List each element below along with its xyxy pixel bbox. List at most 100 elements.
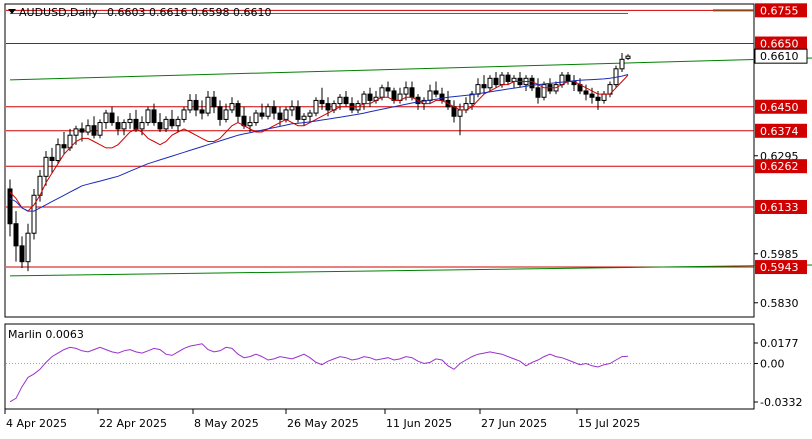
candle-bear <box>367 93 373 101</box>
candle-bull <box>247 122 253 127</box>
candle-bull <box>559 74 565 86</box>
time-tick-label: 26 May 2025 <box>287 417 359 430</box>
price-level-tag-label: 0.5943 <box>760 261 799 274</box>
candle-bear <box>295 106 301 120</box>
candle-bear <box>19 245 25 263</box>
candle-bear <box>319 99 325 105</box>
candle-bear <box>133 118 139 130</box>
price-level-tag-label: 0.6374 <box>760 125 799 138</box>
candle-bear <box>493 77 499 86</box>
price-tick-label: 0.5830 <box>760 297 799 310</box>
candle-bear <box>199 109 205 114</box>
candle-bear <box>433 90 439 95</box>
candle-bear <box>343 96 349 105</box>
candle-bull <box>337 96 343 105</box>
price-level-tag-label: 0.6650 <box>760 38 799 51</box>
ohlc-readout: 0.6603 0.6616 0.6598 0.6610 <box>107 6 271 19</box>
candle-bull <box>313 99 319 114</box>
candle-bear <box>49 156 55 161</box>
candle-bull <box>301 115 307 120</box>
candle-bear <box>439 93 445 101</box>
candle-bull <box>31 194 37 234</box>
candle-bear <box>595 96 601 101</box>
candle-bull <box>457 109 463 117</box>
candle-bull <box>103 112 109 124</box>
indicator-axis: 0.0177 0.00 -0.0332 <box>754 337 802 409</box>
time-tick-label: 27 Jun 2025 <box>481 417 547 430</box>
candle-bear <box>79 128 85 133</box>
time-tick-label: 11 Jun 2025 <box>386 417 452 430</box>
price-level-tag-label: 0.6755 <box>760 4 799 17</box>
candle-bear <box>235 103 241 117</box>
candle-bull <box>25 232 31 263</box>
candle-bull <box>73 128 79 136</box>
candle-bull <box>475 84 481 95</box>
candle-bull <box>379 87 385 98</box>
candle-bull <box>253 112 259 124</box>
candle-bull <box>85 125 91 133</box>
indicator-tick-label: 0.00 <box>760 358 785 371</box>
candle-bull <box>499 74 505 86</box>
candle-bear <box>451 106 457 117</box>
price-panel-frame <box>4 3 755 318</box>
candle-bull <box>229 103 235 111</box>
candle-bear <box>481 84 487 89</box>
candle-bull <box>619 58 625 70</box>
candle-bear <box>109 112 115 124</box>
candle-bear <box>583 90 589 95</box>
indicator-tick-label: 0.0177 <box>760 337 799 350</box>
candle-bear <box>535 87 541 98</box>
time-tick-label: 8 May 2025 <box>194 417 259 430</box>
time-tick-label: 4 Apr 2025 <box>6 417 67 430</box>
candle-bear <box>115 122 121 130</box>
time-tick-label: 15 Jul 2025 <box>578 417 640 430</box>
candle-bear <box>391 90 397 101</box>
candle-bull <box>307 112 313 117</box>
candle-bull <box>55 144 61 162</box>
candle-bear <box>529 77 535 89</box>
current-price-tag-label: 0.6610 <box>760 50 799 63</box>
candle-bear <box>325 103 331 111</box>
candle-bear <box>385 87 391 92</box>
candle-bear <box>157 122 163 130</box>
indicator-tick-label: -0.0332 <box>760 396 802 409</box>
candle-bull <box>145 109 151 124</box>
candle-bull <box>223 109 229 120</box>
price-level-tag-label: 0.6262 <box>760 160 799 173</box>
price-level-tag-label: 0.6450 <box>760 101 799 114</box>
candle-bear <box>193 99 199 111</box>
candle-bull <box>283 109 289 120</box>
candle-bull <box>121 122 127 130</box>
candle-bull <box>175 118 181 127</box>
candle-bull <box>127 118 133 124</box>
time-axis: 4 Apr 2025 22 Apr 2025 8 May 2025 26 May 20… <box>4 409 640 430</box>
indicator-label: Marlin 0.0063 <box>8 328 84 341</box>
candle-bull <box>265 106 271 117</box>
candle-bull <box>511 77 517 82</box>
candle-bear <box>151 109 157 124</box>
candle-bear <box>13 223 19 247</box>
indicator-panel-frame <box>4 323 755 410</box>
candle-bear <box>505 74 511 82</box>
time-tick-label: 22 Apr 2025 <box>99 417 167 430</box>
candle-bull <box>97 122 103 136</box>
candle-bull <box>403 87 409 95</box>
chart-canvas: 0.67550.66500.66100.64500.63740.62950.62… <box>4 3 812 430</box>
symbol-label: AUDUSD,Daily <box>19 6 98 19</box>
candle-bull <box>43 156 49 177</box>
candle-bear <box>211 96 217 108</box>
price-axis: 0.67550.66500.66100.64500.63740.62950.62… <box>754 3 808 310</box>
candle-bull <box>361 93 367 105</box>
candle-bull <box>187 99 193 111</box>
candle-bear <box>565 74 571 82</box>
candle-bull <box>163 118 169 130</box>
candle-bear <box>277 112 283 120</box>
candle-bear <box>61 144 67 149</box>
candle-bull <box>601 93 607 101</box>
price-level-tag-label: 0.6133 <box>760 201 799 214</box>
candle-bull <box>181 109 187 120</box>
candle-bull <box>205 96 211 114</box>
candle-bear <box>169 118 175 127</box>
candle-bear <box>91 125 97 136</box>
price-tick-label: 0.5985 <box>760 248 799 261</box>
